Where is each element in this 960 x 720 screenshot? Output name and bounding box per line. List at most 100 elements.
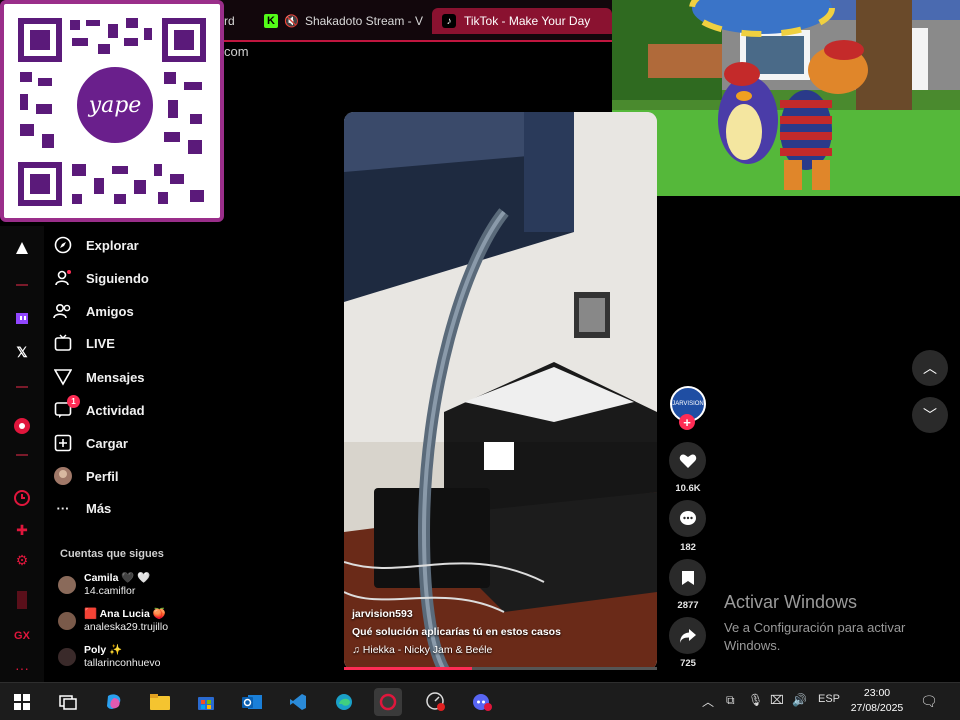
compass-icon [52, 234, 74, 256]
sidebar-divider [16, 386, 28, 388]
kick-icon: K [264, 14, 278, 28]
more-icon: ··· [56, 500, 70, 516]
share-button[interactable] [669, 617, 706, 654]
activation-title: Activar Windows [724, 592, 858, 612]
show-hidden-icons-chevron[interactable]: ︿ [702, 693, 714, 710]
browser-sidebar: 𝕏 ✚ ⚙ GX ··· [0, 226, 44, 682]
wallet-icon[interactable] [10, 588, 34, 612]
yape-brand: yape [88, 92, 142, 118]
chevron-down-icon: ﹀ [923, 407, 937, 423]
tiktok-icon: ♪ [442, 14, 456, 28]
arc-icon[interactable] [10, 236, 34, 260]
more-icon[interactable]: ··· [10, 656, 34, 680]
settings-icon[interactable]: ⚙ [10, 548, 34, 572]
clock-time: 23:00 [863, 687, 891, 699]
cartoon-video-overlay [612, 0, 960, 196]
live-icon [52, 332, 74, 354]
upload-icon [52, 432, 74, 454]
tab-partial[interactable]: rd [224, 8, 254, 34]
video-progress-fill [344, 667, 473, 670]
follow-plus-button[interactable]: + [679, 414, 695, 430]
input-language[interactable]: ESP [818, 693, 840, 705]
recording-app-icon[interactable] [422, 688, 450, 716]
save-count: 2877 [677, 600, 699, 611]
video-author[interactable]: jarvision593 [352, 608, 652, 620]
nav-item-explorar[interactable]: Explorar [52, 230, 139, 260]
messages-icon [52, 366, 74, 388]
nav-label: Amigos [86, 303, 134, 319]
avatar [58, 648, 76, 666]
nav-item-cargar[interactable]: Cargar [52, 428, 128, 458]
avatar [58, 576, 76, 594]
nav-item-siguiendo[interactable]: Siguiendo [52, 263, 149, 293]
sidebar-divider [16, 284, 28, 286]
nav-item-mas[interactable]: ··· Más [52, 493, 112, 523]
following-name: 🟥 Ana Lucia 🍑 [84, 608, 166, 620]
volume-icon[interactable]: 🔊 [792, 693, 807, 707]
following-handle: analeska29.trujillo [84, 621, 169, 633]
edge-icon[interactable] [330, 688, 358, 716]
following-handle: tallarinconhuevo [84, 657, 161, 669]
address-bar-fragment[interactable]: com [224, 44, 249, 59]
opera-gx-icon[interactable] [374, 688, 402, 716]
previous-video-button[interactable]: ︿ [912, 350, 948, 386]
extensions-icon[interactable]: ✚ [10, 518, 34, 542]
clock-date: 27/08/2025 [850, 702, 904, 714]
share-count: 725 [680, 658, 696, 669]
following-name: Camila 🖤 🤍 [84, 572, 151, 584]
muted-speaker-icon[interactable]: 🔇 [284, 14, 299, 28]
like-count: 10.6K [675, 483, 701, 494]
clock-icon[interactable] [10, 486, 34, 510]
next-video-button[interactable]: ﹀ [912, 397, 948, 433]
following-section-title: Cuentas que sigues [60, 548, 164, 560]
nav-item-mensajes[interactable]: Mensajes [52, 362, 145, 392]
nav-label: Perfil [86, 468, 119, 484]
nav-label: Siguiendo [86, 270, 149, 286]
share-icon [679, 628, 696, 643]
microsoft-store-icon[interactable] [192, 688, 220, 716]
x-icon[interactable]: 𝕏 [10, 340, 34, 364]
twitch-icon[interactable] [10, 308, 34, 332]
file-explorer-icon[interactable] [146, 688, 174, 716]
microphone-icon[interactable]: 🎙 [748, 693, 763, 707]
like-button[interactable] [669, 442, 706, 479]
video-caption: jarvision593 Qué solución aplicarías tú … [352, 608, 652, 662]
windows-activation-watermark: Activar Windows Ve a Configuración para … [724, 592, 905, 655]
tab-label: Shakadoto Stream - V [304, 14, 424, 28]
discord-icon[interactable] [468, 688, 496, 716]
vscode-icon[interactable] [284, 688, 312, 716]
more-label: ··· [15, 660, 29, 676]
nav-label: Cargar [86, 435, 128, 451]
taskbar-clock[interactable]: 23:00 27/08/2025 [846, 686, 908, 716]
video-music[interactable]: ♫ Hiekka - Nicky Jam & Beéle [352, 644, 652, 656]
following-handle: 14.camiflor [84, 585, 136, 597]
copilot-tray-icon[interactable]: ⧉ [726, 693, 735, 708]
following-item[interactable]: 🟥 Ana Lucia 🍑 analeska29.trujillo [58, 606, 168, 636]
nav-label: LIVE [86, 335, 115, 351]
video-player[interactable] [344, 112, 657, 670]
heart-icon [679, 454, 696, 468]
music-icon[interactable] [10, 414, 34, 438]
video-progress-bar[interactable] [344, 667, 657, 670]
notifications-icon[interactable]: 🗨 [920, 693, 938, 710]
nav-item-actividad[interactable]: 1 Actividad [52, 395, 145, 425]
nav-label: Más [86, 500, 112, 516]
yape-logo: yape [74, 64, 156, 146]
friends-icon [52, 300, 74, 322]
comment-button[interactable] [669, 500, 706, 537]
following-item[interactable]: Camila 🖤 🤍 14.camiflor [58, 570, 150, 600]
bookmark-icon [681, 570, 694, 585]
nav-item-perfil[interactable]: Perfil [52, 461, 119, 491]
save-button[interactable] [669, 559, 706, 596]
following-item[interactable]: Poly ✨ tallarinconhuevo [58, 642, 160, 672]
gx-icon[interactable]: GX [10, 624, 34, 648]
tab-tiktok[interactable]: ♪ TikTok - Make Your Day [432, 8, 612, 34]
nav-item-amigos[interactable]: Amigos [52, 296, 134, 326]
copilot-icon[interactable] [100, 688, 128, 716]
network-icon[interactable]: ⌧ [770, 693, 784, 707]
outlook-icon[interactable] [238, 688, 266, 716]
task-view-icon[interactable] [54, 688, 82, 716]
windows-start-icon[interactable] [8, 688, 36, 716]
tab-shakadoto-stream[interactable]: K 🔇 Shakadoto Stream - V [258, 8, 426, 34]
nav-item-live[interactable]: LIVE [52, 328, 115, 358]
